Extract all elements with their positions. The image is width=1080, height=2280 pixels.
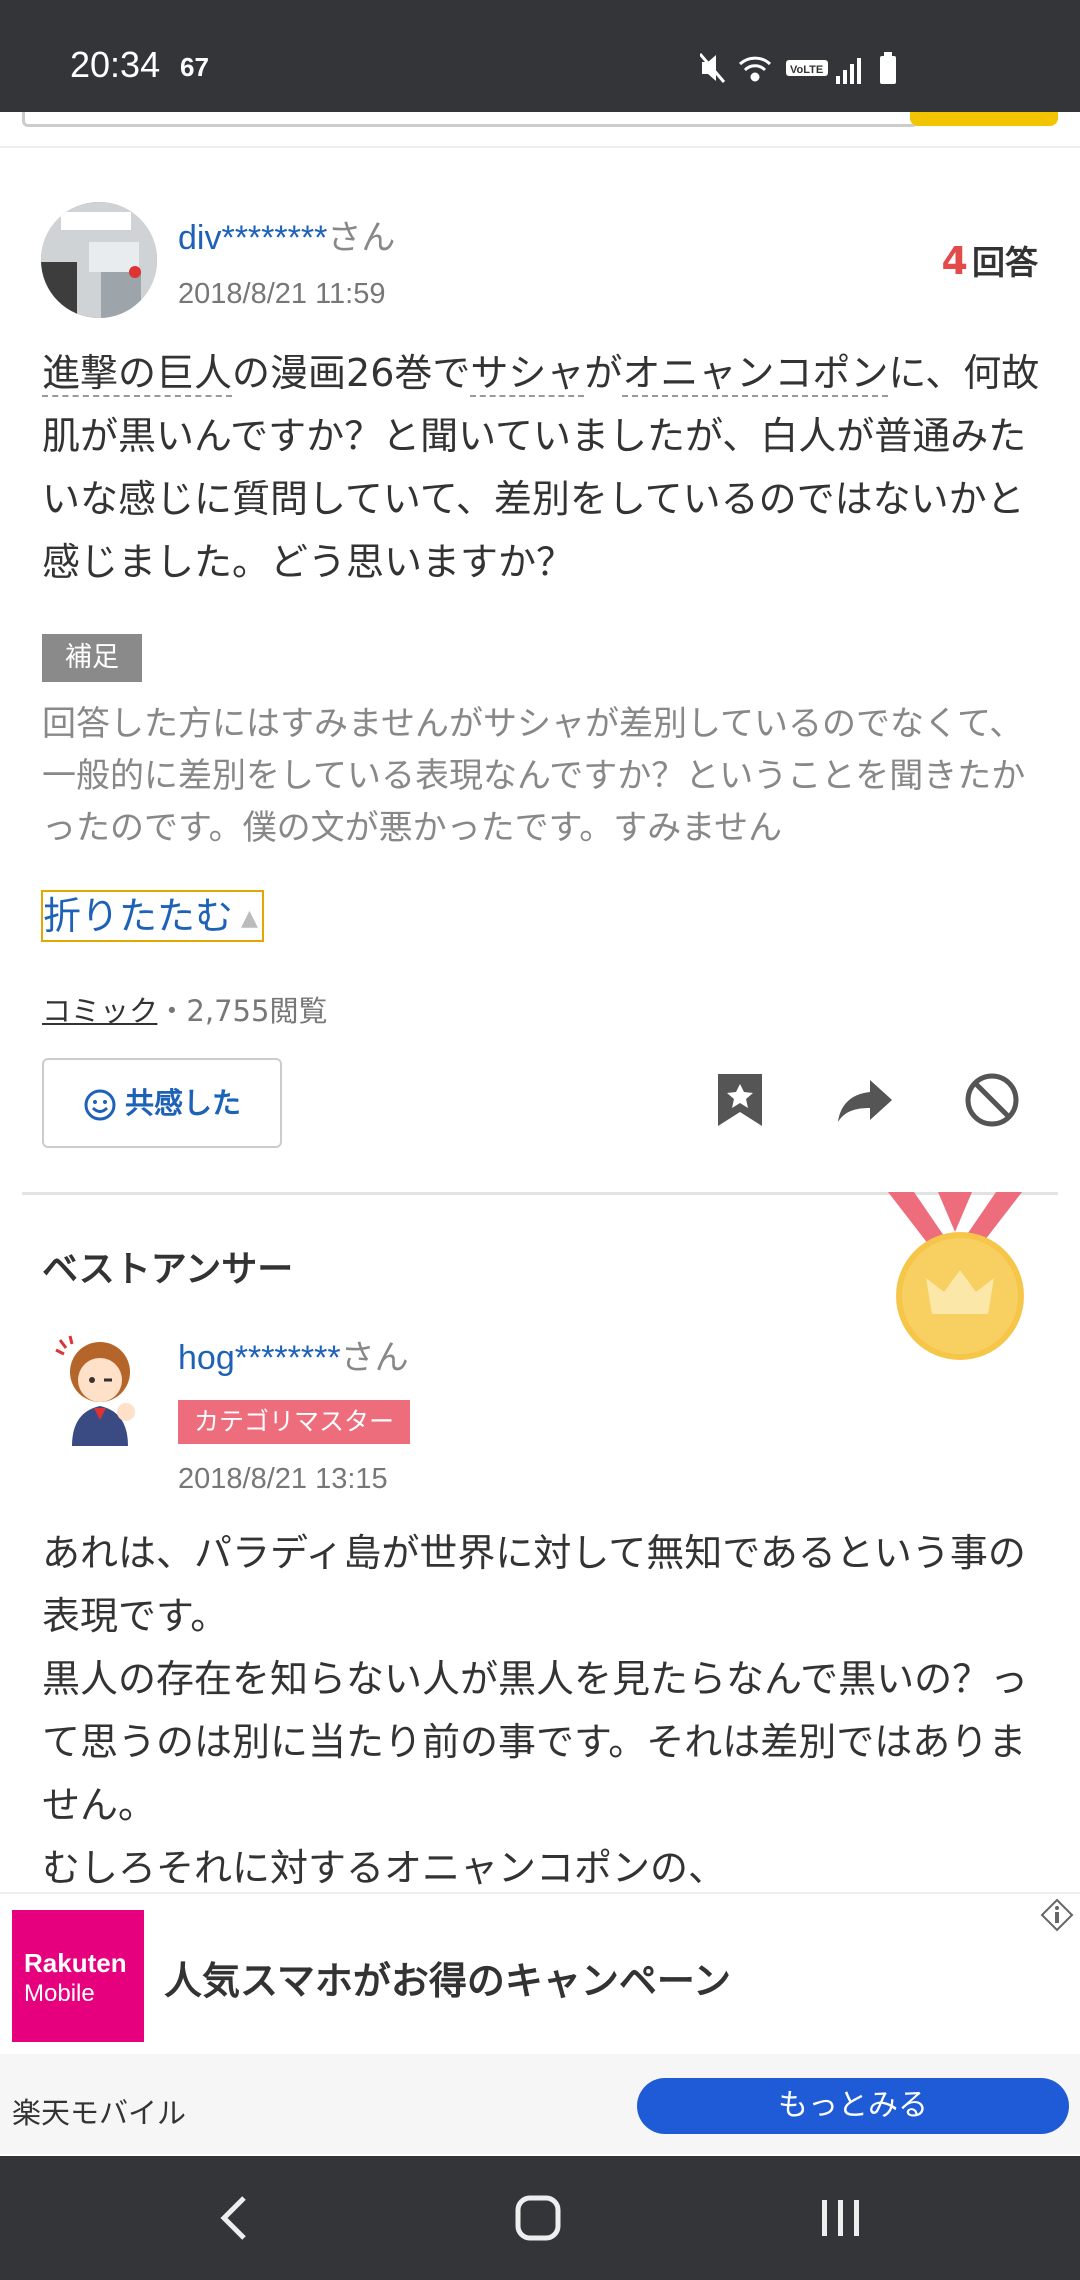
avatar-photo — [41, 202, 157, 318]
logo-line2: Mobile — [24, 1980, 95, 2007]
question-date: 2018/8/21 11:59 — [178, 278, 386, 310]
network-speed: 67 — [180, 52, 209, 82]
search-button[interactable] — [910, 112, 1058, 126]
ad-info-icon[interactable] — [1040, 1898, 1074, 1932]
logo-line1: Rakuten — [24, 1948, 127, 1978]
answerer-name[interactable]: hog********さん — [178, 1330, 409, 1379]
back-icon[interactable] — [204, 2186, 268, 2250]
answer-count[interactable]: 4 回答 — [942, 236, 1038, 284]
empathy-label: 共感した — [124, 1086, 241, 1120]
wifi-icon — [738, 56, 772, 82]
more-button[interactable]: もっとみる — [637, 2078, 1069, 2134]
keyword-link[interactable]: 進撃の巨人 — [42, 351, 233, 397]
questioner-username[interactable]: div******** — [178, 219, 327, 257]
status-icons: VoLTE — [700, 52, 896, 84]
ad-top[interactable]: Rakuten Mobile 人気スマホがお得のキャンペーン — [0, 1894, 1080, 2054]
best-answer-title: ベストアンサー — [42, 1249, 294, 1290]
advertiser-name: 楽天モバイル — [12, 2096, 187, 2130]
question-body: 進撃の巨人の漫画26巻でサシャがオニャンコポンに、何故肌が黒いんですか？と聞いて… — [42, 342, 1042, 594]
bookmark-star-icon[interactable] — [710, 1070, 770, 1130]
question-meta: コミック・2,755閲覧 — [42, 988, 327, 1030]
answer-count-label: 回答 — [972, 243, 1038, 282]
smile-icon — [84, 1089, 116, 1121]
home-icon[interactable] — [506, 2186, 570, 2250]
search-bar-remnant — [0, 112, 1080, 148]
questioner-avatar[interactable] — [41, 202, 157, 318]
share-arrow-icon[interactable] — [836, 1070, 896, 1130]
triangle-up-icon: ▲ — [241, 905, 258, 931]
clock: 20:34 — [70, 44, 161, 85]
anime-girl-avatar — [55, 1335, 135, 1446]
empathy-button[interactable]: 共感した — [42, 1058, 282, 1148]
questioner-name[interactable]: div********さん — [178, 210, 395, 259]
question-text: が — [584, 351, 623, 395]
supplement-text: 回答した方にはすみませんがサシャが差別しているのでなくて、一般的に差別をしている… — [42, 704, 1026, 848]
signal-icon — [836, 58, 861, 84]
ad-banner[interactable]: Rakuten Mobile 人気スマホがお得のキャンペーン 楽天モバイル もっ… — [0, 1892, 1080, 2154]
honorific: さん — [327, 219, 396, 257]
medal-crown-icon — [888, 1192, 1024, 1360]
battery-icon — [880, 52, 896, 84]
svg-text:VoLTE: VoLTE — [790, 64, 823, 76]
supplement-label: 補足 — [42, 634, 142, 682]
rakuten-mobile-logo: Rakuten Mobile — [12, 1910, 144, 2042]
collapse-button[interactable]: 折りたたむ ▲ — [41, 890, 264, 942]
collapse-label: 折りたたむ — [43, 894, 234, 938]
category-master-badge: カテゴリマスター — [178, 1400, 410, 1444]
best-answer-body: あれは、パラディ島が世界に対して無知であるという事の表現です。 黒人の存在を知ら… — [42, 1531, 1029, 1890]
mute-icon — [700, 53, 726, 83]
status-bar: 20:34 67 VoLTE — [0, 0, 1080, 112]
answer-count-number: 4 — [941, 239, 968, 283]
system-nav-bar — [0, 2156, 1080, 2280]
block-icon[interactable] — [962, 1070, 1022, 1130]
view-count: ・2,755閲覧 — [157, 994, 328, 1028]
answerer-username[interactable]: hog******** — [178, 1339, 341, 1377]
recents-icon[interactable] — [808, 2186, 872, 2250]
answerer-avatar[interactable] — [42, 1328, 160, 1446]
search-input[interactable] — [22, 112, 918, 127]
answer-date: 2018/8/21 13:15 — [178, 1463, 388, 1495]
question-text: の漫画26巻で — [232, 351, 471, 395]
ad-headline[interactable]: 人気スマホがお得のキャンペーン — [164, 1950, 731, 2005]
honorific: さん — [340, 1339, 409, 1377]
keyword-link[interactable]: オニャンコポン — [622, 351, 889, 397]
keyword-link[interactable]: サシャ — [470, 351, 585, 397]
category-link[interactable]: コミック — [42, 994, 157, 1028]
volte-icon: VoLTE — [786, 60, 828, 76]
